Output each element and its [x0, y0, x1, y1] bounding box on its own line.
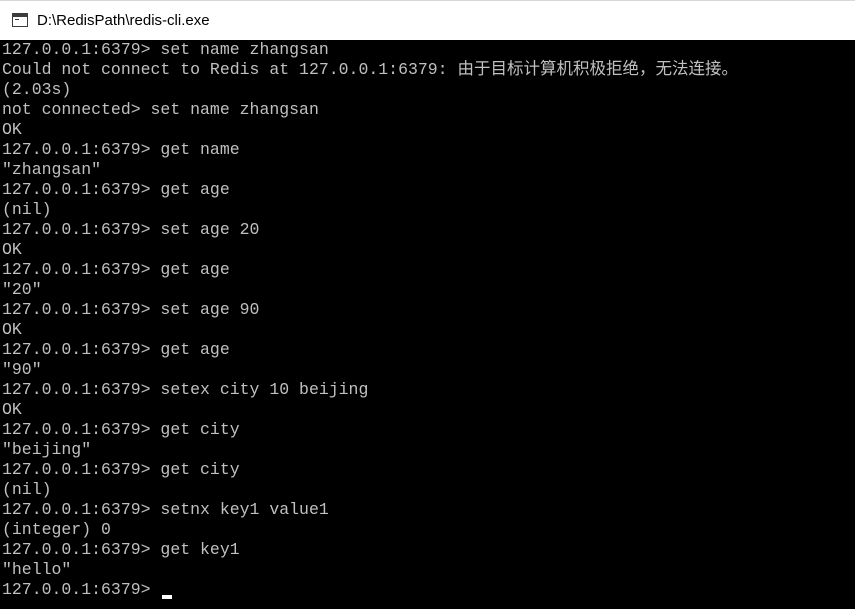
console-line: 127.0.0.1:6379> setnx key1 value1	[2, 500, 329, 519]
console-line: "90"	[2, 360, 42, 379]
console-line: 127.0.0.1:6379> get key1	[2, 540, 240, 559]
text-cursor	[162, 595, 172, 599]
console-line: 127.0.0.1:6379> set age 20	[2, 220, 260, 239]
console-line: "zhangsan"	[2, 160, 102, 179]
console-line: 127.0.0.1:6379> set name zhangsan	[2, 40, 329, 59]
console-line: OK	[2, 240, 22, 259]
console-line: (integer) 0	[2, 520, 111, 539]
console-line: (2.03s)	[2, 80, 72, 99]
console-line: "hello"	[2, 560, 72, 579]
console-line: (nil)	[2, 200, 52, 219]
console-window-icon	[12, 13, 28, 27]
console-line: OK	[2, 400, 22, 419]
console-line: "20"	[2, 280, 42, 299]
console-line: 127.0.0.1:6379> get age	[2, 340, 230, 359]
console-output[interactable]: 127.0.0.1:6379> set name zhangsan Could …	[0, 40, 855, 609]
console-line: OK	[2, 320, 22, 339]
console-line: 127.0.0.1:6379> set age 90	[2, 300, 260, 319]
console-line: "beijing"	[2, 440, 92, 459]
console-line: (nil)	[2, 480, 52, 499]
console-line: 127.0.0.1:6379> get age	[2, 260, 230, 279]
window-title: D:\RedisPath\redis-cli.exe	[37, 12, 210, 29]
console-prompt-line[interactable]: 127.0.0.1:6379>	[2, 580, 160, 600]
console-line: 127.0.0.1:6379> get name	[2, 140, 240, 159]
console-line: 127.0.0.1:6379> get age	[2, 180, 230, 199]
console-line: OK	[2, 120, 22, 139]
console-line: 127.0.0.1:6379> setex city 10 beijing	[2, 380, 369, 399]
console-line: 127.0.0.1:6379> get city	[2, 460, 240, 479]
console-line: Could not connect to Redis at 127.0.0.1:…	[2, 60, 738, 79]
title-bar[interactable]: D:\RedisPath\redis-cli.exe	[0, 0, 855, 40]
console-line: 127.0.0.1:6379> get city	[2, 420, 240, 439]
console-line: not connected> set name zhangsan	[2, 100, 319, 119]
terminal-window: D:\RedisPath\redis-cli.exe 127.0.0.1:637…	[0, 0, 855, 609]
